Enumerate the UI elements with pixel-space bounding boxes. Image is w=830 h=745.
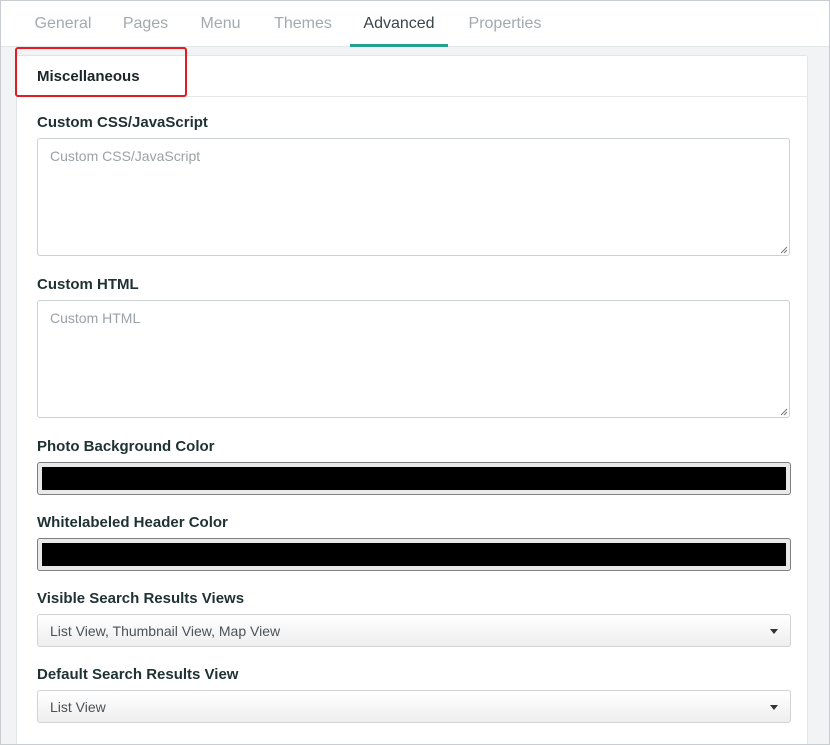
tab-general[interactable]: General [21,1,105,46]
header-color-swatch [42,543,786,566]
photo-bg-color-label: Photo Background Color [37,438,215,455]
photo-bg-color-swatch [42,467,786,490]
custom-html-placeholder: Custom HTML [50,310,141,326]
tab-advanced[interactable]: Advanced [350,1,448,47]
resize-grip-icon[interactable] [780,246,788,254]
custom-css-textarea[interactable]: Custom CSS/JavaScript [37,138,790,256]
custom-html-label: Custom HTML [37,276,139,293]
tab-menu[interactable]: Menu [187,1,254,46]
custom-css-placeholder: Custom CSS/JavaScript [50,148,201,164]
header-color-picker[interactable] [37,538,791,571]
tab-properties[interactable]: Properties [459,1,551,46]
default-view-label: Default Search Results View [37,666,239,683]
chevron-down-icon [770,629,778,634]
visible-views-label: Visible Search Results Views [37,590,245,607]
chevron-down-icon [770,705,778,710]
tab-themes[interactable]: Themes [263,1,343,46]
default-view-value: List View [50,699,106,715]
tab-bar: General Pages Menu Themes Advanced Prope… [1,1,829,47]
highlight-annotation [15,47,187,97]
tab-pages[interactable]: Pages [112,1,179,46]
visible-views-select[interactable]: List View, Thumbnail View, Map View [37,614,791,647]
photo-bg-color-picker[interactable] [37,462,791,495]
visible-views-value: List View, Thumbnail View, Map View [50,623,281,639]
header-color-label: Whitelabeled Header Color [37,514,228,531]
resize-grip-icon[interactable] [780,408,788,416]
custom-css-label: Custom CSS/JavaScript [37,114,208,131]
settings-window: General Pages Menu Themes Advanced Prope… [0,0,830,745]
custom-html-textarea[interactable]: Custom HTML [37,300,790,418]
default-view-select[interactable]: List View [37,690,791,723]
